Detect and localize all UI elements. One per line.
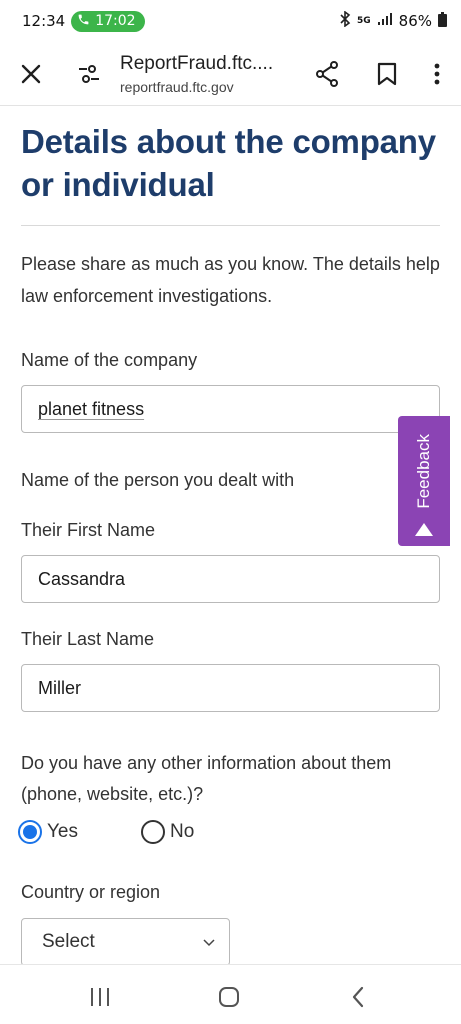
close-icon[interactable] [7, 50, 55, 98]
first-name-label: Their First Name [21, 520, 156, 540]
company-name-label: Name of the company [21, 350, 198, 370]
network-type: 5G [357, 16, 371, 26]
person-heading: Name of the person you dealt with [21, 470, 295, 490]
site-settings-icon[interactable] [75, 50, 103, 98]
feedback-button[interactable]: Feedback [398, 416, 450, 546]
recent-apps-icon[interactable] [86, 983, 114, 1011]
status-bar: 12:34 17:02 5G 86% [0, 0, 461, 42]
url-domain: reportfraud.ftc.gov [120, 78, 234, 95]
status-time: 12:34 [22, 12, 66, 30]
back-icon[interactable] [344, 983, 372, 1011]
last-name-value: Miller [38, 677, 81, 698]
url-bar[interactable]: ReportFraud.ftc.... reportfraud.ftc.gov [120, 53, 303, 95]
system-nav-bar [0, 964, 461, 1024]
company-name-input[interactable]: planet fitness [21, 385, 440, 433]
last-name-input[interactable]: Miller [21, 664, 440, 712]
browser-toolbar: ReportFraud.ftc.... reportfraud.ftc.gov [0, 42, 461, 106]
no-radio[interactable] [141, 820, 165, 844]
call-timer: 17:02 [95, 13, 136, 29]
intro-text: Please share as much as you know. The de… [21, 254, 440, 306]
yes-label[interactable]: Yes [47, 821, 78, 843]
more-options-icon[interactable] [419, 50, 455, 98]
share-icon[interactable] [303, 50, 351, 98]
arrow-up-icon [415, 523, 433, 536]
country-select-value: Select [42, 931, 95, 952]
battery-icon [438, 11, 447, 31]
signal-icon [377, 12, 393, 30]
phone-icon [77, 13, 90, 30]
country-label: Country or region [21, 882, 161, 902]
company-name-value: planet fitness [38, 398, 145, 419]
first-name-input[interactable]: Cassandra [21, 555, 440, 603]
feedback-label: Feedback [414, 434, 433, 509]
chevron-down-icon [203, 931, 215, 953]
call-indicator[interactable]: 17:02 [71, 10, 145, 32]
last-name-label: Their Last Name [21, 629, 155, 649]
first-name-value: Cassandra [38, 568, 126, 589]
bluetooth-icon [339, 10, 351, 31]
no-label[interactable]: No [170, 821, 194, 843]
country-select[interactable]: Select [21, 918, 230, 966]
page-title: Details about the company or individual [21, 123, 436, 203]
page-content: Details about the company or individual … [18, 107, 440, 966]
home-icon[interactable] [215, 983, 243, 1011]
battery-level: 86% [398, 12, 432, 30]
bookmark-icon[interactable] [363, 50, 411, 98]
status-icons: 5G 86% [339, 10, 447, 31]
page-title-tab: ReportFraud.ftc.... [120, 52, 274, 74]
other-info-radio-group: Yes No [18, 820, 440, 844]
yes-radio[interactable] [18, 820, 42, 844]
divider [21, 225, 440, 226]
other-info-question: Do you have any other information about … [21, 753, 392, 804]
